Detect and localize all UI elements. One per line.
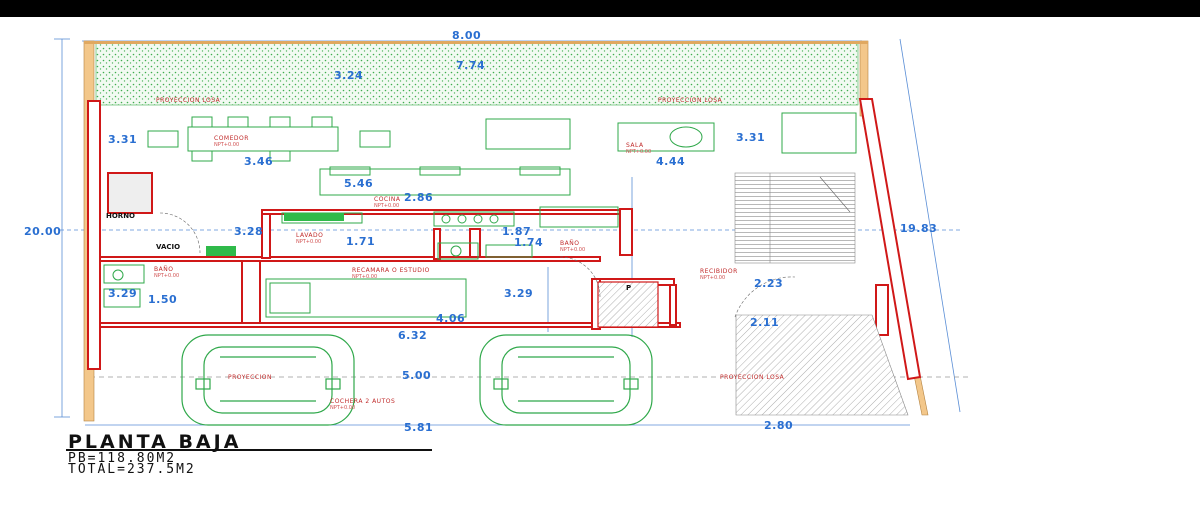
label-bano-right-npt: NPT+0.00 (560, 247, 585, 253)
dim-top-width: 8.00 (452, 29, 481, 42)
dim-1-74: 1.74 (514, 236, 543, 249)
dim-3-46: 3.46 (244, 155, 273, 168)
top-black-bar (0, 0, 1200, 17)
label-bano-right: BAÑO (560, 240, 579, 247)
label-proyeccion-losa-garage: PROYECCION LOSA (720, 374, 785, 381)
label-recibidor-npt: NPT+0.00 (700, 275, 725, 281)
label-cocina: COCINA (374, 196, 401, 203)
label-recamara-npt: NPT+0.00 (352, 274, 377, 280)
label-cocina-npt: NPT+0.00 (374, 203, 399, 209)
label-sala: SALA (626, 142, 644, 149)
label-comedor: COMEDOR (214, 135, 249, 142)
label-cochera-npt: NPT+0.00 (330, 405, 355, 411)
dim-2-11: 2.11 (750, 316, 779, 329)
dim-2-23: 2.23 (754, 277, 783, 290)
dim-5-00: 5.00 (402, 369, 431, 382)
dim-bottom-right: 2.80 (764, 419, 793, 432)
dim-left-height: 20.00 (24, 225, 61, 238)
label-recamara: RECAMARA O ESTUDIO (352, 267, 430, 274)
label-sala-npt: NPT+0.00 (626, 149, 651, 155)
label-vacio: VACIO (156, 243, 180, 251)
label-bano-left: BAÑO (154, 266, 173, 273)
laundry-fill (206, 246, 236, 256)
dim-3-28: 3.28 (234, 225, 263, 238)
dim-1-50: 1.50 (148, 293, 177, 306)
dim-living-width: 3.31 (736, 131, 765, 144)
dim-6-32: 6.32 (398, 329, 427, 342)
floor-plan: 8.00 3.24 7.74 3.31 3.31 3.46 4.44 5.46 … (24, 29, 970, 434)
label-lavado-npt: NPT+0.00 (296, 239, 321, 245)
kitchen-counter (284, 213, 344, 221)
label-block-p: P (626, 284, 631, 292)
label-bano-left-npt: NPT+0.00 (154, 273, 179, 279)
dim-bottom-left: 5.81 (404, 421, 433, 434)
dim-1-71: 1.71 (346, 235, 375, 248)
car-right (479, 334, 653, 426)
label-comedor-npt: NPT+0.00 (214, 142, 239, 148)
dim-5-46: 5.46 (344, 177, 373, 190)
label-lavado: LAVADO (296, 232, 323, 239)
dim-3-29-left: 3.29 (108, 287, 137, 300)
dim-2-86: 2.86 (404, 191, 433, 204)
stairs (734, 172, 856, 264)
dim-right-height: 19.83 (900, 222, 937, 235)
label-recibidor: RECIBIDOR (700, 268, 738, 275)
label-cochera: COCHERA 2 AUTOS (330, 398, 395, 405)
dim-garden-depth: 3.24 (334, 69, 363, 82)
label-proyeccion-right: PROYECCION LOSA (658, 97, 723, 104)
label-horno: HORNO (106, 212, 135, 220)
label-proyeccion-left: PROYECCION LOSA (156, 97, 221, 104)
garden-area (95, 42, 859, 106)
area-total: TOTAL=237.5M2 (68, 462, 196, 477)
dim-3-29-mid: 3.29 (504, 287, 533, 300)
dim-4-44: 4.44 (656, 155, 685, 168)
label-proyeccion-garage: PROYECCION (228, 374, 272, 381)
dim-dining-width: 3.31 (108, 133, 137, 146)
dim-garden-width: 7.74 (456, 59, 485, 72)
dim-4-06: 4.06 (436, 312, 465, 325)
